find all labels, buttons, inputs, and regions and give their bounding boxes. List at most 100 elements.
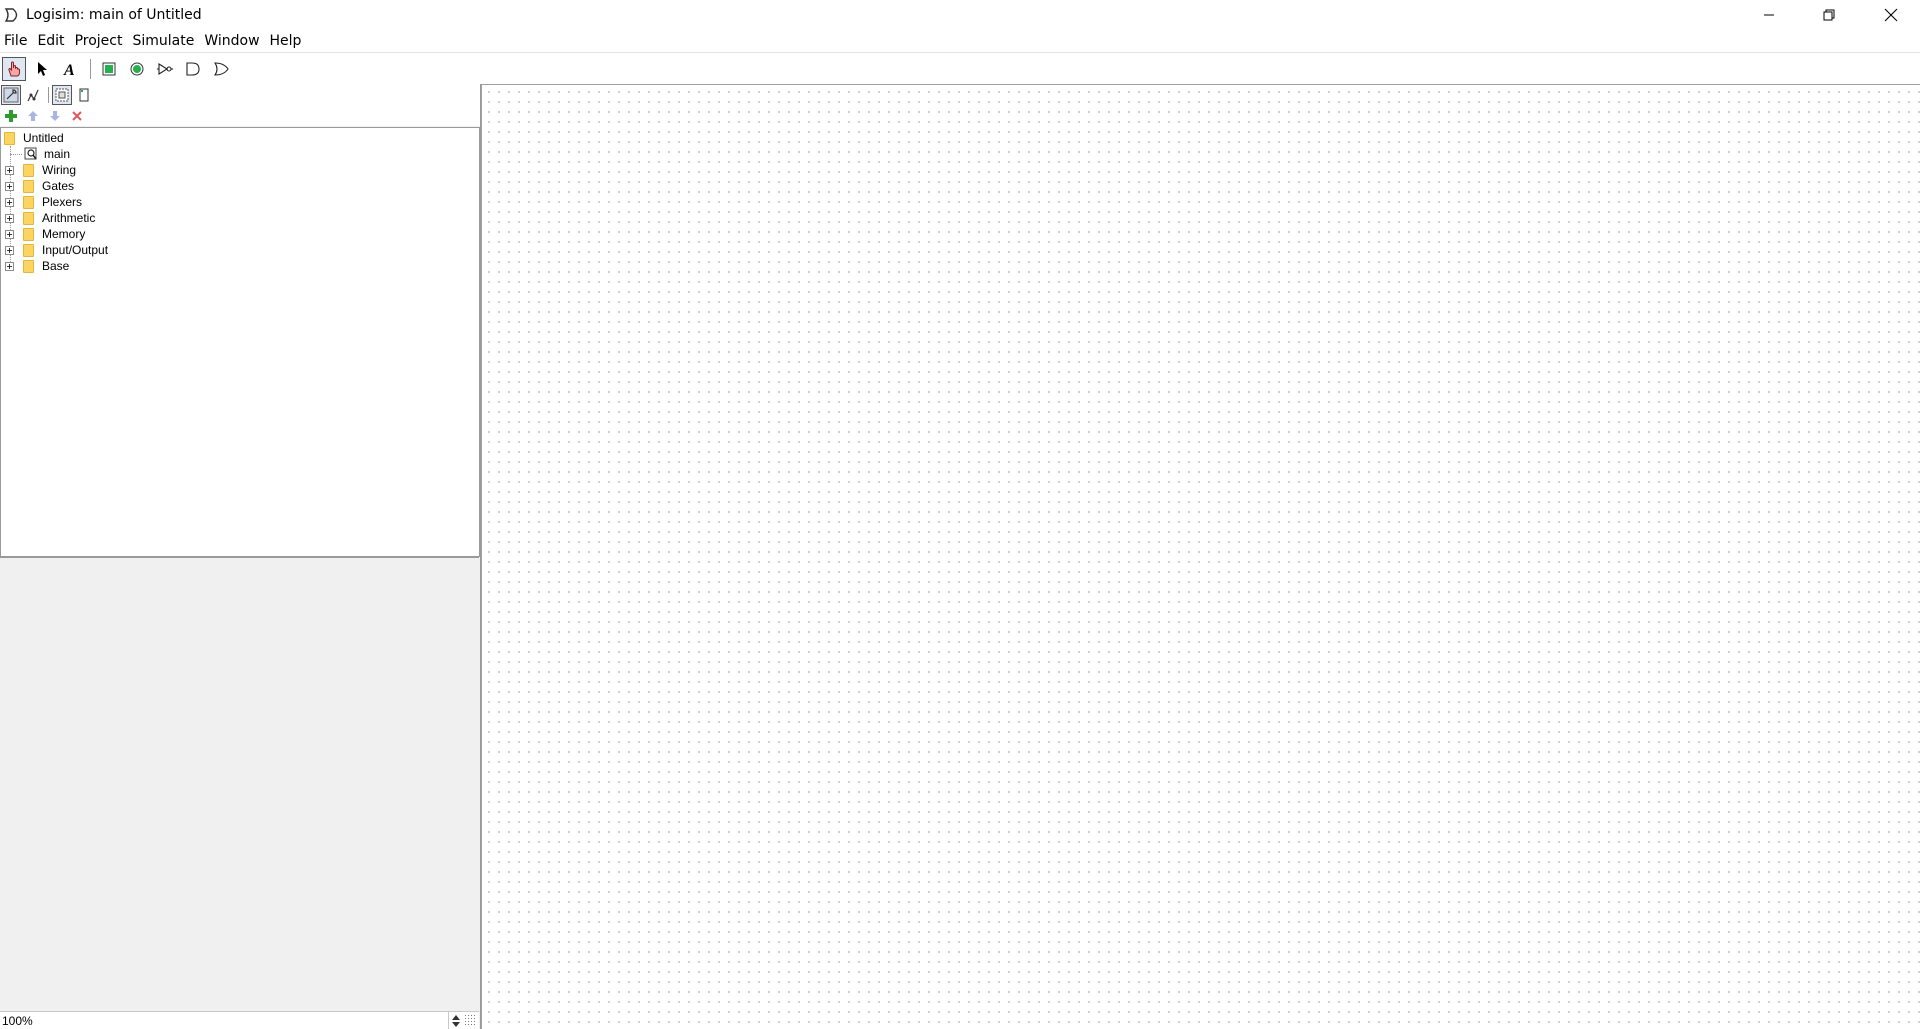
tree-label: Arithmetic: [42, 211, 96, 225]
poke-tool-button[interactable]: [2, 57, 26, 81]
restore-button[interactable]: [1800, 0, 1858, 30]
folder-icon: [23, 179, 34, 193]
move-circuit-up-button[interactable]: [23, 106, 43, 126]
project-toolbar: [0, 106, 480, 126]
tree-root-untitled[interactable]: Untitled: [4, 130, 64, 146]
tree-label: Input/Output: [42, 243, 109, 257]
grid-toggle-icon[interactable]: [464, 1014, 476, 1026]
tree-connector: [10, 154, 22, 155]
expand-icon[interactable]: [5, 261, 14, 271]
show-simulation-tree-button[interactable]: [23, 85, 43, 105]
menu-file[interactable]: File: [0, 30, 32, 52]
edit-circuit-layout-button[interactable]: [52, 85, 72, 105]
folder-icon: [23, 211, 34, 225]
explorer-toolbar-separator: [48, 87, 49, 103]
svg-text:A: A: [63, 62, 75, 77]
input-pin-icon: [102, 62, 116, 76]
tree-item-main-circuit[interactable]: main: [24, 146, 70, 162]
circuit-canvas[interactable]: [481, 84, 1920, 1029]
menu-simulate[interactable]: Simulate: [127, 30, 199, 52]
close-icon: [1884, 8, 1898, 22]
zoom-control: 100%: [0, 1011, 479, 1029]
folder-icon: [23, 227, 34, 241]
spinner-down-icon[interactable]: [452, 1022, 460, 1027]
tree-library-arithmetic[interactable]: Arithmetic: [5, 210, 95, 226]
folder-icon: [23, 163, 34, 177]
minimize-button[interactable]: [1740, 0, 1798, 30]
expand-icon[interactable]: [5, 229, 14, 239]
or-gate-button[interactable]: [209, 57, 233, 81]
tree-library-memory[interactable]: Memory: [5, 226, 85, 242]
or-gate-icon: [213, 62, 229, 76]
tree-library-plexers[interactable]: Plexers: [5, 194, 82, 210]
toolbox-wrench-icon: [3, 87, 19, 103]
folder-icon: [23, 195, 34, 209]
expand-icon[interactable]: [5, 213, 14, 223]
zoom-value[interactable]: 100%: [2, 1014, 442, 1028]
hand-icon: [8, 61, 20, 77]
zoom-spinner[interactable]: [448, 1012, 463, 1029]
not-gate-icon: [157, 63, 173, 75]
arrow-cursor-icon: [38, 62, 47, 76]
restore-icon: [1823, 9, 1835, 21]
folder-icon: [23, 243, 34, 257]
minimize-icon: [1764, 14, 1774, 16]
expand-icon[interactable]: [5, 245, 14, 255]
select-tool-button[interactable]: [30, 57, 54, 81]
output-pin-button[interactable]: [125, 57, 149, 81]
close-button[interactable]: [1862, 0, 1920, 30]
tree-label: main: [44, 147, 71, 161]
attribute-table-panel: [0, 557, 479, 1012]
tree-library-base[interactable]: Base: [5, 258, 69, 274]
folder-icon: [4, 131, 15, 145]
main-toolbar: A: [0, 55, 1920, 83]
expand-icon[interactable]: [5, 165, 14, 175]
explorer-toolbar: [0, 84, 480, 106]
logisim-logo-icon: [4, 8, 18, 22]
tree-library-wiring[interactable]: Wiring: [5, 162, 76, 178]
text-a-icon: A: [63, 62, 75, 77]
text-tool-button[interactable]: A: [58, 57, 82, 81]
spinner-up-icon[interactable]: [452, 1015, 460, 1020]
project-explorer-tree: Untitled main Wiring Gates Plexers Arith…: [0, 127, 480, 557]
tree-label: Plexers: [42, 195, 83, 209]
show-toolbox-button[interactable]: [1, 85, 21, 105]
remove-circuit-button[interactable]: [67, 106, 87, 126]
tree-label: Memory: [42, 227, 86, 241]
plus-icon: [5, 110, 17, 122]
delete-x-icon: [72, 111, 82, 121]
circuit-magnifier-icon: [24, 147, 37, 160]
output-pin-icon: [130, 62, 144, 76]
folder-icon: [23, 259, 34, 273]
title-bar: Logisim: main of Untitled: [0, 0, 1920, 30]
window-title: Logisim: main of Untitled: [26, 7, 202, 23]
explorer-panel: Untitled main Wiring Gates Plexers Arith…: [0, 84, 481, 1029]
expand-icon[interactable]: [5, 197, 14, 207]
arrow-down-icon: [50, 111, 60, 121]
menu-edit[interactable]: Edit: [32, 30, 69, 52]
and-gate-button[interactable]: [181, 57, 205, 81]
tree-library-gates[interactable]: Gates: [5, 178, 74, 194]
toolbar-separator: [90, 59, 91, 79]
tree-library-input-output[interactable]: Input/Output: [5, 242, 108, 258]
and-gate-icon: [186, 62, 200, 76]
tree-label: Base: [42, 259, 70, 273]
circuit-layout-icon: [55, 88, 69, 102]
logisim-window: Logisim: main of Untitled File Edit Proj…: [0, 0, 1920, 1029]
menu-bar: File Edit Project Simulate Window Help: [0, 30, 1920, 53]
tree-label: Untitled: [23, 131, 64, 145]
not-gate-button[interactable]: [153, 57, 177, 81]
edit-circuit-appearance-button[interactable]: [74, 85, 94, 105]
simulation-tree-icon: [27, 89, 39, 102]
menu-project[interactable]: Project: [70, 30, 128, 52]
tree-label: Wiring: [42, 163, 77, 177]
menu-help[interactable]: Help: [265, 30, 307, 52]
add-circuit-button[interactable]: [1, 106, 21, 126]
expand-icon[interactable]: [5, 181, 14, 191]
tree-label: Gates: [42, 179, 75, 193]
move-circuit-down-button[interactable]: [45, 106, 65, 126]
circuit-appearance-icon: [79, 88, 89, 102]
arrow-up-icon: [28, 111, 38, 121]
menu-window[interactable]: Window: [199, 30, 264, 52]
input-pin-button[interactable]: [97, 57, 121, 81]
